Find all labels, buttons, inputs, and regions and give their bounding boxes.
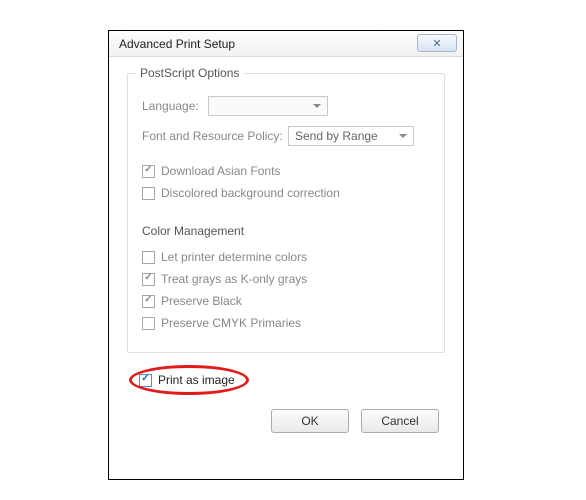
- ok-button[interactable]: OK: [271, 409, 349, 433]
- download-asian-label: Download Asian Fonts: [161, 164, 280, 178]
- close-icon: ✕: [432, 37, 441, 50]
- language-label: Language:: [142, 99, 208, 113]
- language-dropdown[interactable]: [208, 96, 328, 116]
- window-title: Advanced Print Setup: [119, 37, 235, 51]
- download-asian-checkbox[interactable]: [142, 165, 155, 178]
- preserve-cmyk-checkbox[interactable]: [142, 317, 155, 330]
- discolored-bg-label: Discolored background correction: [161, 186, 340, 200]
- print-as-image-checkbox[interactable]: [139, 374, 152, 387]
- chevron-down-icon: [399, 134, 407, 138]
- ok-button-label: OK: [301, 414, 318, 428]
- postscript-options-group: PostScript Options Language: Font and Re…: [127, 73, 445, 353]
- preserve-cmyk-label: Preserve CMYK Primaries: [161, 316, 301, 330]
- close-button[interactable]: ✕: [417, 34, 457, 52]
- font-policy-row: Font and Resource Policy: Send by Range: [142, 126, 430, 146]
- treat-grays-checkbox[interactable]: [142, 273, 155, 286]
- discolored-bg-row: Discolored background correction: [142, 186, 430, 200]
- treat-grays-row: Treat grays as K-only grays: [142, 272, 430, 286]
- dialog-window: Advanced Print Setup ✕ PostScript Option…: [108, 30, 464, 480]
- postscript-group-title: PostScript Options: [136, 66, 243, 80]
- let-printer-row: Let printer determine colors: [142, 250, 430, 264]
- font-policy-dropdown[interactable]: Send by Range: [288, 126, 414, 146]
- cancel-button[interactable]: Cancel: [361, 409, 439, 433]
- font-policy-label: Font and Resource Policy:: [142, 129, 288, 143]
- let-printer-checkbox[interactable]: [142, 251, 155, 264]
- chevron-down-icon: [313, 104, 321, 108]
- let-printer-label: Let printer determine colors: [161, 250, 307, 264]
- dialog-content: PostScript Options Language: Font and Re…: [109, 57, 463, 447]
- cancel-button-label: Cancel: [381, 414, 418, 428]
- preserve-black-label: Preserve Black: [161, 294, 242, 308]
- preserve-cmyk-row: Preserve CMYK Primaries: [142, 316, 430, 330]
- print-as-image-label: Print as image: [158, 373, 235, 387]
- discolored-bg-checkbox[interactable]: [142, 187, 155, 200]
- dialog-button-row: OK Cancel: [127, 409, 445, 433]
- print-as-image-row: Print as image: [139, 373, 445, 387]
- color-management-subhead: Color Management: [142, 224, 430, 238]
- download-asian-row: Download Asian Fonts: [142, 164, 430, 178]
- language-row: Language:: [142, 96, 430, 116]
- preserve-black-row: Preserve Black: [142, 294, 430, 308]
- font-policy-value: Send by Range: [295, 129, 378, 143]
- preserve-black-checkbox[interactable]: [142, 295, 155, 308]
- titlebar: Advanced Print Setup ✕: [109, 31, 463, 57]
- treat-grays-label: Treat grays as K-only grays: [161, 272, 307, 286]
